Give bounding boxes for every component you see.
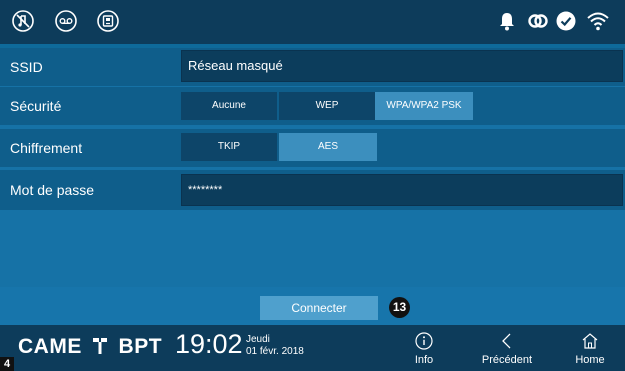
encryption-row: Chiffrement TKIP AES [0, 129, 625, 167]
security-row: Sécurité Aucune WEP WPA/WPA2 PSK [0, 87, 625, 125]
connect-bar: Connecter 13 [0, 287, 625, 325]
password-label: Mot de passe [10, 182, 95, 198]
home-icon [560, 328, 620, 354]
ssid-row: SSID Réseau masqué [0, 48, 625, 86]
status-bar [0, 0, 625, 44]
voicemail-icon[interactable] [55, 10, 77, 37]
clock-day: Jeudi [246, 334, 270, 345]
wifi-icon [586, 11, 610, 36]
mute-icon[interactable] [12, 10, 34, 37]
ssid-label: SSID [10, 59, 43, 75]
encryption-label: Chiffrement [10, 140, 83, 156]
bottom-bar: CAME BPT 19:02 Jeudi 01 févr. 2018 Info … [0, 325, 625, 371]
clock-full-date: 01 févr. 2018 [246, 346, 304, 357]
ssid-field[interactable]: Réseau masqué [181, 50, 623, 82]
wifi-settings-screen: SSID Réseau masqué Sécurité Aucune WEP W… [0, 0, 625, 371]
home-label: Home [575, 354, 605, 366]
back-button[interactable]: Précédent [477, 328, 537, 366]
back-icon [477, 328, 537, 354]
security-option-wep[interactable]: WEP [279, 92, 375, 120]
clock-date: Jeudi 01 févr. 2018 [246, 334, 304, 358]
link-icon [527, 12, 549, 35]
brand-sub: BPT [118, 335, 163, 358]
info-button[interactable]: Info [394, 328, 454, 366]
password-row: Mot de passe ******** [0, 170, 625, 210]
security-label: Sécurité [10, 98, 62, 114]
brand-symbol-icon [93, 338, 108, 354]
connect-button[interactable]: Connecter [260, 296, 378, 320]
page-number: 4 [0, 357, 14, 371]
brand-name: CAME [18, 335, 82, 358]
password-field[interactable]: ******** [181, 174, 623, 206]
clock-time: 19:02 [175, 329, 243, 359]
bell-icon [498, 11, 516, 36]
security-option-none[interactable]: Aucune [181, 92, 277, 120]
check-icon [556, 11, 576, 36]
home-button[interactable]: Home [560, 328, 620, 366]
empty-area [0, 210, 625, 287]
back-label: Précédent [481, 354, 533, 366]
brand-logo: CAME BPT [18, 335, 162, 359]
security-option-wpa[interactable]: WPA/WPA2 PSK [375, 92, 473, 120]
intercom-icon[interactable] [97, 10, 119, 37]
encryption-option-tkip[interactable]: TKIP [181, 133, 277, 161]
info-icon [394, 328, 454, 354]
callout-number: 13 [389, 297, 410, 318]
encryption-option-aes[interactable]: AES [279, 133, 377, 161]
info-label: Info [414, 354, 434, 366]
